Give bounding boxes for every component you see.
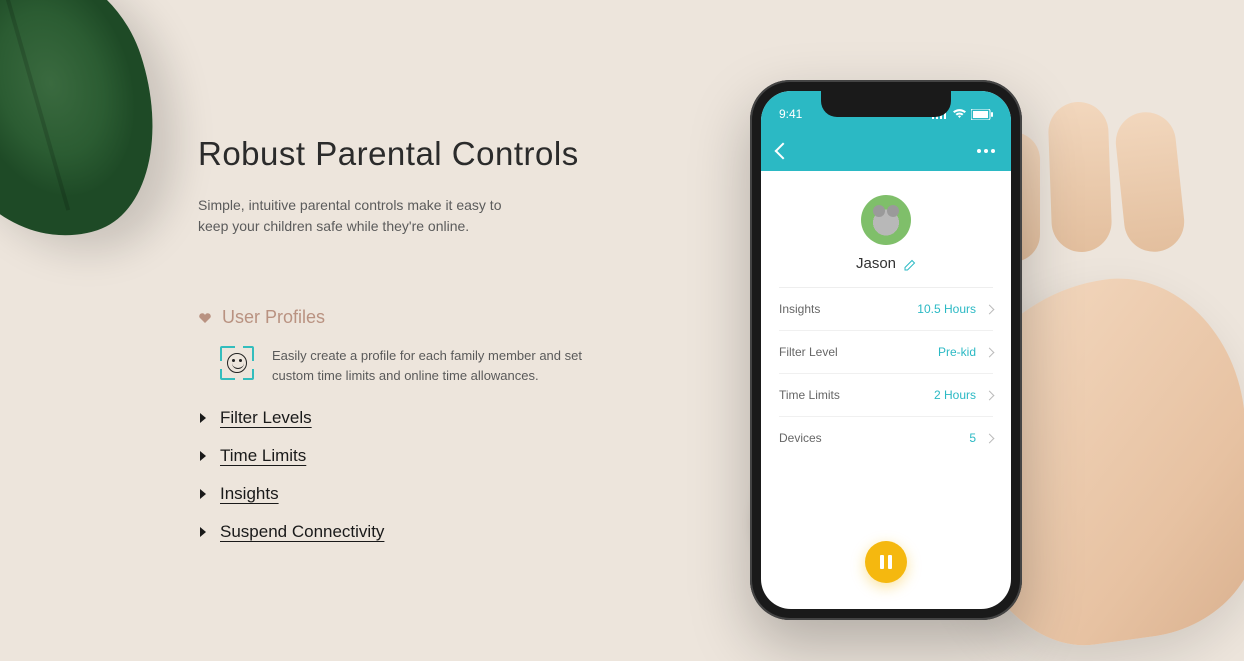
row-label: Insights bbox=[779, 302, 820, 316]
content-column: Robust Parental Controls Simple, intuiti… bbox=[198, 135, 618, 560]
row-value: Pre-kid bbox=[938, 345, 976, 359]
leaf-decoration bbox=[0, 0, 188, 266]
row-insights[interactable]: Insights 10.5 Hours bbox=[779, 287, 993, 330]
app-nav-bar bbox=[761, 131, 1011, 171]
phone-screen: 9:41 Jason bbox=[761, 91, 1011, 609]
profile-name-row: Jason bbox=[856, 255, 916, 272]
page-title: Robust Parental Controls bbox=[198, 135, 618, 173]
chevron-right-icon bbox=[198, 526, 210, 538]
edit-icon[interactable] bbox=[904, 258, 916, 270]
row-filter-level[interactable]: Filter Level Pre-kid bbox=[779, 330, 993, 373]
row-value: 5 bbox=[969, 431, 976, 445]
chevron-right-icon bbox=[198, 412, 210, 424]
row-time-limits[interactable]: Time Limits 2 Hours bbox=[779, 373, 993, 416]
chevron-right-icon bbox=[985, 390, 995, 400]
profile-name: Jason bbox=[856, 255, 896, 272]
chevron-right-icon bbox=[985, 304, 995, 314]
row-label: Filter Level bbox=[779, 345, 838, 359]
phone-device-frame: 9:41 Jason bbox=[750, 80, 1022, 620]
phone-preview-area: 9:41 Jason bbox=[640, 50, 1220, 592]
row-value: 10.5 Hours bbox=[917, 302, 976, 316]
feature-label: Insights bbox=[220, 484, 279, 504]
feature-label: User Profiles bbox=[222, 307, 325, 328]
chevron-right-icon bbox=[198, 488, 210, 500]
chevron-right-icon bbox=[198, 450, 210, 462]
feature-detail-user-profiles: Easily create a profile for each family … bbox=[220, 346, 618, 386]
row-label: Devices bbox=[779, 431, 822, 445]
smiley-icon bbox=[227, 353, 247, 373]
feature-item-suspend-connectivity[interactable]: Suspend Connectivity bbox=[198, 522, 618, 542]
chevron-right-icon bbox=[985, 347, 995, 357]
feature-item-insights[interactable]: Insights bbox=[198, 484, 618, 504]
feature-item-time-limits[interactable]: Time Limits bbox=[198, 446, 618, 466]
wifi-icon bbox=[952, 109, 967, 119]
page-subtitle: Simple, intuitive parental controls make… bbox=[198, 195, 528, 237]
feature-list: User Profiles Easily create a profile fo… bbox=[198, 307, 618, 542]
pause-button[interactable] bbox=[865, 541, 907, 583]
feature-label: Filter Levels bbox=[220, 408, 312, 428]
avatar[interactable] bbox=[861, 195, 911, 245]
back-button[interactable] bbox=[775, 143, 792, 160]
row-devices[interactable]: Devices 5 bbox=[779, 416, 993, 459]
feature-label: Time Limits bbox=[220, 446, 306, 466]
feature-item-filter-levels[interactable]: Filter Levels bbox=[198, 408, 618, 428]
feature-label: Suspend Connectivity bbox=[220, 522, 384, 542]
heart-icon bbox=[198, 312, 212, 324]
status-time: 9:41 bbox=[779, 107, 802, 121]
profile-header: Jason bbox=[761, 171, 1011, 287]
more-menu-button[interactable] bbox=[977, 149, 995, 153]
row-label: Time Limits bbox=[779, 388, 840, 402]
phone-notch bbox=[821, 91, 951, 117]
profile-rows: Insights 10.5 Hours Filter Level Pre-kid… bbox=[761, 287, 1011, 459]
battery-icon bbox=[971, 109, 993, 120]
profile-scan-icon bbox=[220, 346, 254, 380]
feature-detail-text: Easily create a profile for each family … bbox=[272, 346, 592, 386]
chevron-right-icon bbox=[985, 433, 995, 443]
feature-item-user-profiles[interactable]: User Profiles bbox=[198, 307, 618, 328]
row-value: 2 Hours bbox=[934, 388, 976, 402]
